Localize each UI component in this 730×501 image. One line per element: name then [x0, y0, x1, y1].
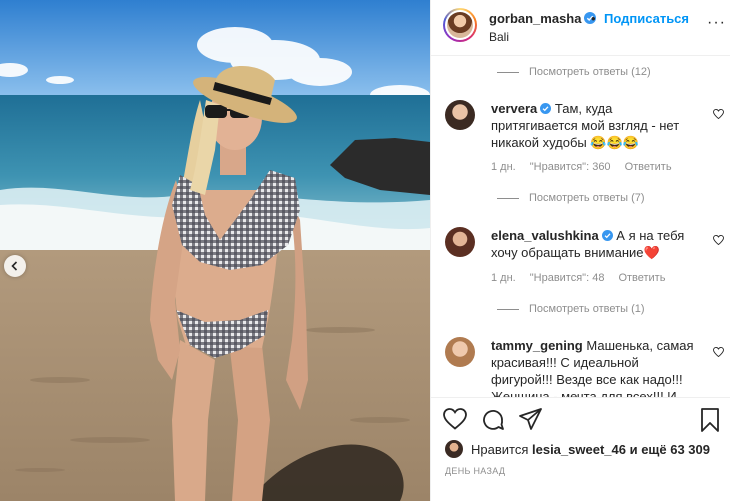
comment-text: elena_valushkina А я на тебя хочу обраща…: [491, 228, 685, 260]
comment-likes[interactable]: "Нравится": 360: [530, 161, 611, 173]
follow-button[interactable]: Подписаться: [604, 11, 689, 26]
comment-text: tammy_gening Машенька, самая красивая!!!…: [491, 338, 694, 397]
post-header: gorban_masha • Подписаться Bali ···: [431, 0, 730, 56]
verified-badge-icon: [540, 103, 552, 114]
like-comment-heart-icon[interactable]: [713, 347, 724, 357]
more-options-button[interactable]: ···: [707, 14, 726, 32]
author-avatar[interactable]: [443, 8, 477, 42]
comment-avatar[interactable]: [445, 337, 475, 367]
author-username[interactable]: gorban_masha: [489, 11, 597, 26]
comment-avatar[interactable]: [445, 100, 475, 130]
comment-text: ververa Там, куда притягивается мой взгл…: [491, 101, 680, 150]
comment-likes[interactable]: "Нравится": 48: [530, 272, 605, 284]
comment-meta: 1 дн. "Нравится": 48 Ответить: [491, 272, 679, 284]
like-comment-heart-icon[interactable]: [713, 235, 724, 245]
post-action-bar: [431, 397, 730, 437]
view-replies-button[interactable]: Посмотреть ответы (7): [497, 192, 645, 204]
reply-button[interactable]: Ответить: [625, 161, 672, 173]
heart-icon[interactable]: [443, 408, 467, 430]
verified-badge-icon: [601, 230, 613, 241]
comment-icon[interactable]: [481, 408, 505, 432]
liker-avatar[interactable]: [445, 440, 463, 458]
like-comment-heart-icon[interactable]: [713, 109, 724, 119]
liker-username[interactable]: lesia_sweet_46: [532, 442, 626, 457]
beach-photo-illustration: [0, 0, 430, 501]
likes-count[interactable]: и ещё 63 309: [630, 442, 710, 457]
post-location[interactable]: Bali: [489, 30, 509, 44]
post-photo[interactable]: [0, 0, 430, 501]
chevron-left-icon: [11, 261, 18, 271]
instagram-post-view: gorban_masha • Подписаться Bali ··· Посм…: [0, 0, 730, 501]
more-icon: ···: [707, 14, 726, 31]
previous-photo-button[interactable]: [4, 255, 26, 277]
view-replies-button[interactable]: Посмотреть ответы (1): [497, 303, 645, 315]
comment-time[interactable]: 1 дн.: [491, 161, 516, 173]
post-sidebar: gorban_masha • Подписаться Bali ··· Посм…: [430, 0, 730, 501]
reply-button[interactable]: Ответить: [618, 272, 665, 284]
bookmark-icon[interactable]: [700, 408, 720, 432]
comments-list: Посмотреть ответы (12) ververa Там, куда…: [431, 57, 730, 397]
comment-meta: 1 дн. "Нравится": 360 Ответить: [491, 161, 686, 173]
comment-avatar[interactable]: [445, 227, 475, 257]
share-icon[interactable]: [519, 408, 543, 430]
post-timestamp[interactable]: ДЕНЬ НАЗАД: [445, 466, 505, 476]
header-separator: •: [591, 11, 596, 26]
comment-time[interactable]: 1 дн.: [491, 272, 516, 284]
view-replies-button[interactable]: Посмотреть ответы (12): [497, 66, 651, 78]
likes-summary: Нравится lesia_sweet_46 и ещё 63 309: [445, 440, 710, 458]
